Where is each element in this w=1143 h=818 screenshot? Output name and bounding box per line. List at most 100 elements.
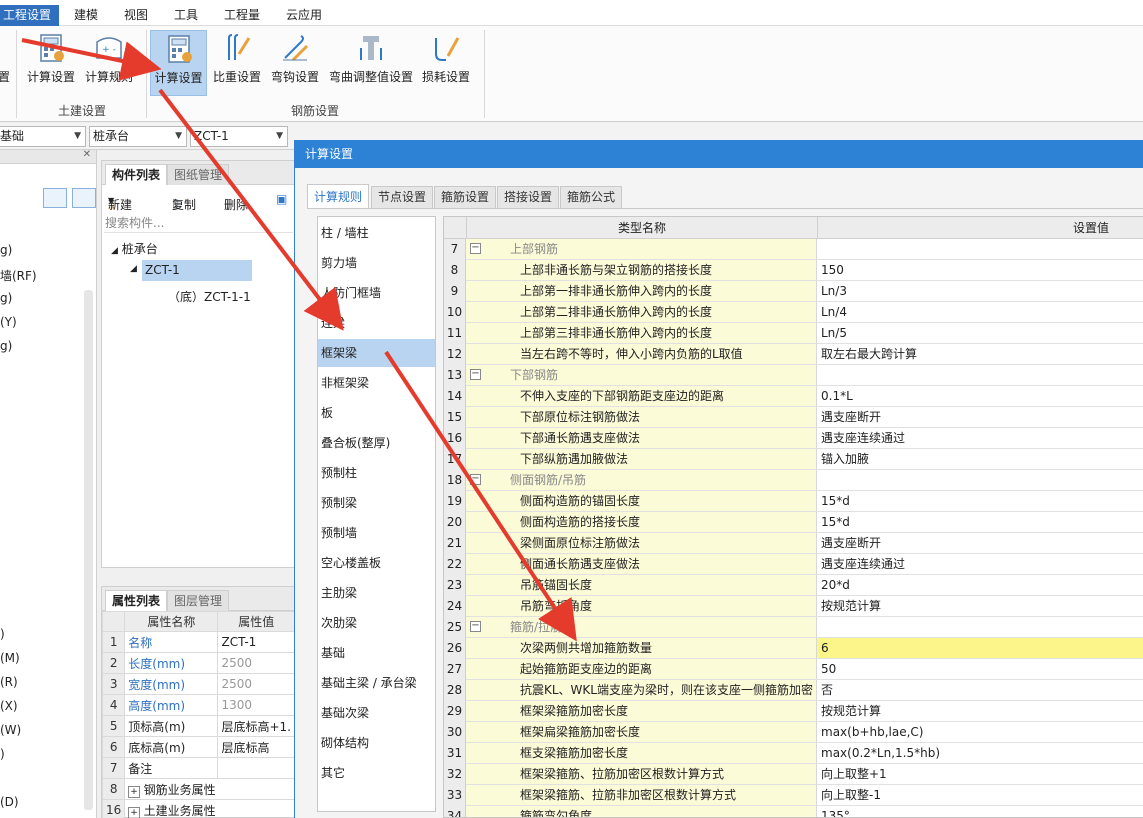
property-value[interactable]: 层底标高 bbox=[217, 736, 295, 758]
category-item[interactable]: 柱 / 墙柱 bbox=[318, 219, 435, 247]
tree-root[interactable]: ◢ 桩承台 bbox=[111, 240, 158, 257]
specific-gravity-button[interactable]: 比重设置 bbox=[210, 30, 264, 96]
grid-row[interactable]: 30 框架扁梁箍筋加密长度 max(b+hb,lae,C) bbox=[444, 722, 1143, 743]
nav-item[interactable]: (X) bbox=[0, 699, 18, 713]
tab-property-list[interactable]: 属性列表 bbox=[105, 590, 168, 611]
grid-row[interactable]: 23 吊筋锚固长度 20*d bbox=[444, 575, 1143, 596]
row-setting-value[interactable]: 遇支座连续通过 bbox=[817, 428, 1143, 448]
row-setting-value[interactable]: 取左右最大跨计算 bbox=[817, 344, 1143, 364]
collapse-icon[interactable]: ◢ bbox=[130, 264, 137, 274]
grid-row[interactable]: 32 框架梁箍筋、拉筋加密区根数计算方式 向上取整+1 bbox=[444, 764, 1143, 785]
row-setting-value[interactable]: 遇支座断开 bbox=[817, 407, 1143, 427]
list-view-icon[interactable] bbox=[43, 188, 67, 208]
row-setting-value[interactable]: 50 bbox=[817, 659, 1143, 679]
ribbon-cut-button[interactable]: 置 bbox=[0, 30, 10, 96]
category-item[interactable]: 板 bbox=[318, 399, 435, 427]
grid-row[interactable]: 14 不伸入支座的下部钢筋距支座边的距离 0.1*L bbox=[444, 386, 1143, 407]
category-item[interactable]: 空心楼盖板 bbox=[318, 549, 435, 577]
component-combo[interactable]: ZCT-1 ▼ bbox=[190, 126, 288, 147]
category-item[interactable]: 预制柱 bbox=[318, 459, 435, 487]
menu-view[interactable]: 视图 bbox=[124, 6, 148, 24]
grid-group-row[interactable]: 7 上部钢筋 − bbox=[444, 239, 1143, 260]
close-icon[interactable]: ✕ bbox=[83, 149, 91, 160]
menu-quantity[interactable]: 工程量 bbox=[224, 6, 260, 24]
grid-row[interactable]: 11 上部第三排非通长筋伸入跨内的长度 Ln/5 bbox=[444, 323, 1143, 344]
collapse-icon[interactable]: − bbox=[470, 369, 481, 380]
category-item[interactable]: 基础主梁 / 承台梁 bbox=[318, 669, 435, 697]
row-setting-value[interactable]: 15*d bbox=[817, 491, 1143, 511]
property-group-row[interactable]: 8 + 钢筋业务属性 bbox=[101, 778, 295, 800]
nav-item[interactable]: ) bbox=[0, 627, 5, 641]
nav-item[interactable]: 墙(RF) bbox=[0, 267, 37, 284]
loss-settings-button[interactable]: 损耗设置 bbox=[418, 30, 474, 96]
menu-project-settings[interactable]: 工程设置 bbox=[0, 5, 60, 26]
grid-row[interactable]: 16 下部通长筋遇支座做法 遇支座连续通过 bbox=[444, 428, 1143, 449]
category-item[interactable]: 次肋梁 bbox=[318, 609, 435, 637]
row-setting-value[interactable]: Ln/5 bbox=[817, 323, 1143, 343]
nav-item[interactable]: (Y) bbox=[0, 315, 17, 329]
nav-item[interactable]: (W) bbox=[0, 723, 21, 737]
category-item[interactable]: 预制墙 bbox=[318, 519, 435, 547]
collapse-icon[interactable]: − bbox=[470, 474, 481, 485]
property-row[interactable]: 4 高度(mm) 1300 bbox=[101, 694, 295, 716]
row-setting-value[interactable]: 150 bbox=[817, 260, 1143, 280]
rebar-calc-settings-button[interactable]: 计算设置 bbox=[150, 30, 207, 96]
category-item[interactable]: 剪力墙 bbox=[318, 249, 435, 277]
tab-layer-management[interactable]: 图层管理 bbox=[167, 590, 230, 611]
search-input[interactable]: 搜索构件... bbox=[104, 213, 293, 233]
bend-adjust-button[interactable]: 弯曲调整值设置 bbox=[328, 30, 414, 96]
nav-item[interactable]: g) bbox=[0, 243, 12, 257]
expand-icon[interactable]: + bbox=[128, 785, 140, 798]
property-row[interactable]: 6 底标高(m) 层底标高 bbox=[101, 736, 295, 758]
property-value[interactable]: 2500 bbox=[217, 652, 295, 674]
category-item[interactable]: 叠合板(整厚) bbox=[318, 429, 435, 457]
tree-leaf[interactable]: （底）ZCT-1-1 bbox=[168, 288, 251, 305]
grid-group-row[interactable]: 18 侧面钢筋/吊筋 − bbox=[444, 470, 1143, 491]
type-combo[interactable]: 桩承台 ▼ bbox=[89, 126, 187, 147]
category-item[interactable]: 连梁 bbox=[318, 309, 435, 337]
category-item[interactable]: 预制梁 bbox=[318, 489, 435, 517]
grid-row[interactable]: 15 下部原位标注钢筋做法 遇支座断开 bbox=[444, 407, 1143, 428]
grid-row[interactable]: 20 侧面构造筋的搭接长度 15*d bbox=[444, 512, 1143, 533]
row-setting-value[interactable]: 向上取整+1 bbox=[817, 764, 1143, 784]
row-setting-value[interactable] bbox=[817, 239, 1143, 259]
category-item[interactable]: 主肋梁 bbox=[318, 579, 435, 607]
menu-tools[interactable]: 工具 bbox=[174, 6, 198, 24]
row-setting-value[interactable]: 6 bbox=[817, 638, 1143, 658]
hook-settings-button[interactable]: 弯钩设置 bbox=[268, 30, 322, 96]
row-setting-value[interactable]: 向上取整-1 bbox=[817, 785, 1143, 805]
category-item[interactable]: 基础 bbox=[318, 639, 435, 667]
row-setting-value[interactable]: 遇支座断开 bbox=[817, 533, 1143, 553]
property-group-row[interactable]: 16 + 土建业务属性 bbox=[101, 799, 295, 818]
row-setting-value[interactable]: 15*d bbox=[817, 512, 1143, 532]
nav-item[interactable]: g) bbox=[0, 291, 12, 305]
row-setting-value[interactable] bbox=[817, 365, 1143, 385]
tab-lap-settings[interactable]: 搭接设置 bbox=[497, 186, 560, 208]
grid-row[interactable]: 17 下部纵筋遇加腋做法 锚入加腋 bbox=[444, 449, 1143, 470]
category-item[interactable]: 其它 bbox=[318, 759, 435, 787]
grid-row[interactable]: 12 当左右跨不等时，伸入小跨内负筋的L取值 取左右最大跨计算 bbox=[444, 344, 1143, 365]
row-setting-value[interactable]: max(0.2*Ln,1.5*hb) bbox=[817, 743, 1143, 763]
row-setting-value[interactable] bbox=[817, 470, 1143, 490]
row-setting-value[interactable] bbox=[817, 617, 1143, 637]
grid-row[interactable]: 34 箍筋弯勾角度 135° bbox=[444, 806, 1143, 817]
grid-row[interactable]: 24 吊筋弯折角度 按规范计算 bbox=[444, 596, 1143, 617]
collapse-icon[interactable]: − bbox=[470, 621, 481, 632]
nav-item[interactable]: (R) bbox=[0, 675, 18, 689]
property-value[interactable]: 1300 bbox=[217, 694, 295, 716]
category-item[interactable]: 框架梁 bbox=[318, 339, 435, 367]
tab-component-list[interactable]: 构件列表 bbox=[105, 164, 168, 185]
grid-row[interactable]: 28 抗震KL、WKL端支座为梁时，则在该支座一侧箍筋加密否 bbox=[444, 680, 1143, 701]
property-value[interactable]: 2500 bbox=[217, 673, 295, 695]
property-value[interactable] bbox=[217, 757, 295, 779]
row-setting-value[interactable]: Ln/3 bbox=[817, 281, 1143, 301]
tab-node-settings[interactable]: 节点设置 bbox=[371, 186, 434, 208]
row-setting-value[interactable]: 按规范计算 bbox=[817, 701, 1143, 721]
grid-row[interactable]: 19 侧面构造筋的锚固长度 15*d bbox=[444, 491, 1143, 512]
nav-item[interactable]: ) bbox=[0, 747, 5, 761]
tab-stirrup-settings[interactable]: 箍筋设置 bbox=[434, 186, 497, 208]
collapse-icon[interactable]: − bbox=[470, 243, 481, 254]
grid-row[interactable]: 8 上部非通长筋与架立钢筋的搭接长度 150 bbox=[444, 260, 1143, 281]
grid-row[interactable]: 27 起始箍筋距支座边的距离 50 bbox=[444, 659, 1143, 680]
nav-item[interactable]: (D) bbox=[0, 795, 19, 809]
